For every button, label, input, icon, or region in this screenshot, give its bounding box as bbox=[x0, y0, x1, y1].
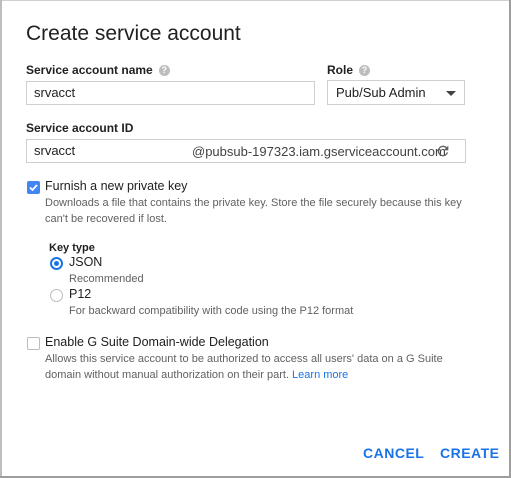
service-account-name-label-text: Service account name bbox=[26, 63, 153, 77]
role-select-value: Pub/Sub Admin bbox=[336, 85, 426, 100]
key-type-p12-label: P12 bbox=[69, 287, 92, 301]
delegation-label: Enable G Suite Domain-wide Delegation bbox=[45, 335, 269, 349]
key-type-p12-description: For backward compatibility with code usi… bbox=[69, 305, 354, 317]
service-account-name-input[interactable]: srvacct bbox=[26, 81, 315, 105]
furnish-key-description: Downloads a file that contains the priva… bbox=[45, 197, 462, 225]
window-edge-top bbox=[0, 0, 511, 1]
key-type-label: Key type bbox=[49, 242, 95, 254]
key-type-json-radio[interactable] bbox=[50, 257, 63, 270]
key-type-json-label: JSON bbox=[69, 255, 103, 269]
cancel-button[interactable]: CANCEL bbox=[363, 445, 424, 461]
help-icon[interactable]: ? bbox=[359, 65, 371, 76]
chevron-down-icon bbox=[446, 91, 456, 96]
role-label: Role? bbox=[327, 63, 371, 77]
furnish-key-checkbox[interactable] bbox=[27, 181, 40, 194]
window-edge-left bbox=[0, 0, 2, 478]
furnish-key-label: Furnish a new private key bbox=[45, 179, 188, 193]
service-account-name-label: Service account name? bbox=[26, 63, 170, 77]
delegation-description: Allows this service account to be author… bbox=[45, 351, 465, 383]
help-icon[interactable]: ? bbox=[158, 65, 170, 76]
service-account-id-label: Service account ID bbox=[26, 121, 134, 135]
learn-more-link[interactable]: Learn more bbox=[292, 369, 348, 381]
checkmark-icon bbox=[29, 184, 38, 192]
role-select[interactable]: Pub/Sub Admin bbox=[327, 80, 465, 105]
delegation-checkbox[interactable] bbox=[27, 337, 40, 350]
key-type-json-description: Recommended bbox=[69, 273, 144, 285]
service-account-id-suffix: @pubsub-197323.iam.gserviceaccount.com bbox=[192, 144, 446, 159]
key-type-p12-radio[interactable] bbox=[50, 289, 63, 302]
refresh-icon[interactable] bbox=[435, 143, 451, 159]
role-label-text: Role bbox=[327, 63, 354, 77]
dialog-title: Create service account bbox=[26, 22, 241, 45]
create-button[interactable]: CREATE bbox=[440, 445, 500, 461]
delegation-description-text: Allows this service account to be author… bbox=[45, 353, 443, 381]
service-account-id-value: srvacct bbox=[34, 143, 76, 158]
